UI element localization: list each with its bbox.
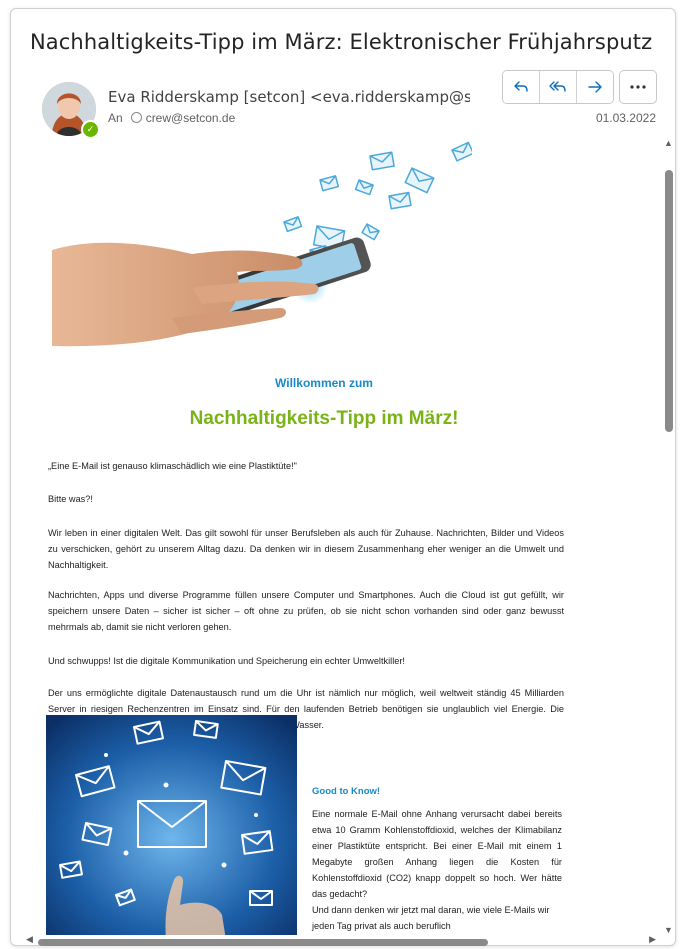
newsletter-paragraph-3: Und schwupps! Ist die digitale Kommunika…: [48, 656, 405, 666]
email-date: 01.03.2022: [595, 111, 656, 125]
good-to-know-text: Eine normale E-Mail ohne Anhang verursac…: [312, 806, 562, 934]
envelope-network-image: [46, 715, 297, 935]
hero-image-phone-envelopes: [52, 138, 472, 352]
newsletter-quote: „Eine E-Mail ist genauso klimaschädlich …: [48, 461, 297, 471]
newsletter-paragraph-1: Wir leben in einer digitalen Welt. Das g…: [48, 528, 564, 570]
forward-button[interactable]: [577, 71, 613, 103]
newsletter-welcome: Willkommen zum: [275, 376, 373, 390]
vertical-scroll-thumb[interactable]: [665, 170, 673, 432]
forward-icon: [588, 81, 602, 93]
good-to-know-paragraph-1: Eine normale E-Mail ohne Anhang verursac…: [312, 809, 562, 899]
more-icon: [630, 85, 646, 89]
scroll-up-icon[interactable]: ▲: [664, 138, 673, 148]
more-options-button[interactable]: [619, 70, 657, 104]
presence-available-icon: ✓: [81, 120, 100, 139]
email-body: Willkommen zum Nachhaltigkeits-Tipp im M…: [24, 138, 658, 935]
reply-actions: [502, 70, 614, 104]
recipient-address[interactable]: crew@setcon.de: [146, 111, 236, 125]
to-label: An: [108, 111, 123, 125]
good-to-know-title: Good to Know!: [312, 786, 381, 797]
reply-button[interactable]: [503, 71, 540, 103]
recipient-line: An crew@setcon.de: [108, 111, 235, 125]
scroll-left-icon[interactable]: ◀: [26, 934, 33, 945]
vertical-scrollbar[interactable]: ▲ ▼: [660, 138, 678, 935]
email-subject: Nachhaltigkeits-Tipp im März: Elektronis…: [30, 30, 653, 54]
reply-all-icon: [549, 81, 566, 92]
horizontal-scroll-thumb[interactable]: [38, 939, 488, 946]
reply-all-button[interactable]: [540, 71, 577, 103]
sender-name[interactable]: Eva Ridderskamp [setcon] <eva.ridderskam…: [108, 88, 470, 106]
newsletter-paragraph-2: Nachrichten, Apps und diverse Programme …: [48, 590, 564, 632]
scroll-down-icon[interactable]: ▼: [664, 925, 673, 935]
recipient-presence-icon: [130, 112, 142, 123]
horizontal-scrollbar[interactable]: ◀ ▶: [24, 934, 658, 948]
newsletter-headline: Nachhaltigkeits-Tipp im März!: [189, 408, 459, 429]
good-to-know-paragraph-2: Und dann denken wir jetzt mal daran, wie…: [312, 905, 550, 931]
newsletter-reaction: Bitte was?!: [48, 494, 93, 504]
scroll-right-icon[interactable]: ▶: [649, 934, 656, 945]
reply-icon: [514, 81, 528, 92]
